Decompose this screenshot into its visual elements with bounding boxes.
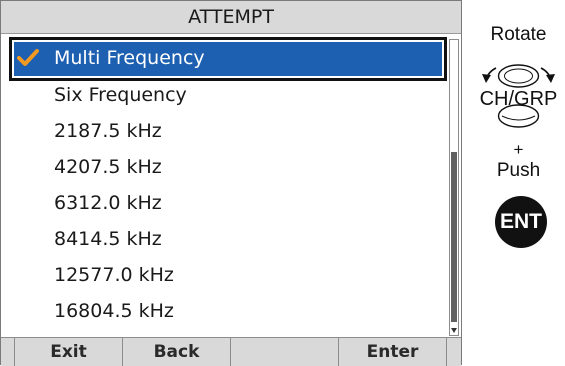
softkey-bar: Exit Back Enter bbox=[1, 337, 461, 366]
back-softkey[interactable]: Back bbox=[123, 338, 231, 366]
enter-softkey[interactable]: Enter bbox=[339, 338, 447, 366]
instruction-panel: Rotate CH/GRP + Push ENT bbox=[472, 0, 565, 365]
menu-item-multi-frequency[interactable]: Multi Frequency bbox=[1, 37, 447, 81]
scroll-down-arrow-icon[interactable] bbox=[450, 325, 458, 335]
menu-item-8414-5-khz[interactable]: 8414.5 kHz bbox=[1, 221, 447, 257]
menu-item-label: Six Frequency bbox=[54, 84, 187, 106]
softkey-right-edge bbox=[447, 338, 461, 366]
menu-item-label: 6312.0 kHz bbox=[54, 192, 162, 214]
menu-item-label: 8414.5 kHz bbox=[54, 228, 162, 250]
check-icon bbox=[17, 49, 39, 66]
menu-item-label: 2187.5 kHz bbox=[54, 120, 162, 142]
push-label: Push bbox=[496, 160, 541, 181]
blank-softkey[interactable] bbox=[231, 338, 339, 366]
exit-softkey[interactable]: Exit bbox=[15, 338, 123, 366]
menu-item-4207-5-khz[interactable]: 4207.5 kHz bbox=[1, 149, 447, 185]
ent-button: ENT bbox=[495, 196, 547, 248]
rotate-label: Rotate bbox=[490, 24, 547, 45]
menu-item-label: Multi Frequency bbox=[54, 47, 205, 69]
menu-item-6312-0-khz[interactable]: 6312.0 kHz bbox=[1, 185, 447, 221]
menu-item-label: 12577.0 kHz bbox=[54, 264, 174, 286]
scroll-thumb[interactable] bbox=[451, 152, 457, 322]
menu-item-12577-0-khz[interactable]: 12577.0 kHz bbox=[1, 257, 447, 293]
radio-screen: ATTEMPT Multi Frequency Six Frequency 21… bbox=[0, 0, 462, 366]
screen-title: ATTEMPT bbox=[1, 1, 461, 34]
menu-item-2187-5-khz[interactable]: 2187.5 kHz bbox=[1, 113, 447, 149]
rotary-knob-icon: CH/GRP bbox=[480, 64, 558, 128]
knob-label: CH/GRP bbox=[480, 88, 558, 110]
menu-item-six-frequency[interactable]: Six Frequency bbox=[1, 77, 447, 113]
plus-sign: + bbox=[513, 140, 524, 159]
menu-item-label: 16804.5 kHz bbox=[54, 300, 174, 322]
menu-item-label: 4207.5 kHz bbox=[54, 156, 162, 178]
softkey-left-edge bbox=[1, 338, 15, 366]
menu-list: Multi Frequency Six Frequency 2187.5 kHz… bbox=[1, 37, 447, 329]
menu-item-16804-5-khz[interactable]: 16804.5 kHz bbox=[1, 293, 447, 329]
scrollbar[interactable] bbox=[449, 39, 459, 336]
